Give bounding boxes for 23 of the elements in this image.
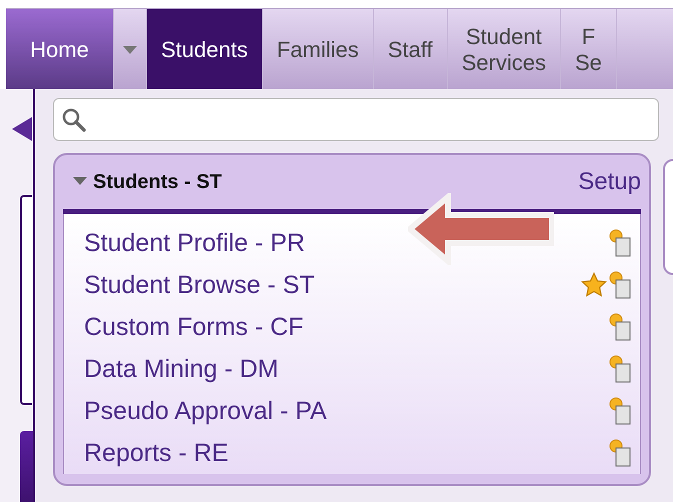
- menu-link[interactable]: Data Mining - DM: [84, 354, 608, 384]
- menu-link[interactable]: Pseudo Approval - PA: [84, 396, 608, 426]
- add-document-icon[interactable]: [608, 312, 632, 342]
- caret-icon: [123, 46, 137, 54]
- home-tab[interactable]: Home: [6, 9, 114, 90]
- collapse-arrow-icon[interactable]: [12, 117, 32, 141]
- setup-link[interactable]: Setup: [578, 168, 641, 196]
- panel-title: Students - ST: [93, 170, 223, 194]
- add-document-icon[interactable]: [608, 396, 632, 426]
- search-field[interactable]: [53, 98, 659, 141]
- add-document-icon[interactable]: [608, 354, 632, 384]
- menu-link[interactable]: Custom Forms - CF: [84, 312, 608, 342]
- expand-caret-icon[interactable]: [73, 177, 87, 187]
- add-document-icon[interactable]: [608, 228, 632, 258]
- add-document-icon[interactable]: [608, 270, 632, 300]
- menu-link[interactable]: Student Profile - PR: [84, 228, 608, 258]
- add-document-icon[interactable]: [608, 438, 632, 468]
- side-tab[interactable]: [20, 195, 32, 405]
- nav-tab[interactable]: Students: [147, 9, 263, 90]
- star-icon[interactable]: [580, 271, 608, 299]
- search-icon: [62, 108, 86, 132]
- menu-link[interactable]: Reports - RE: [84, 438, 608, 468]
- menu-link[interactable]: Student Browse - ST: [84, 270, 580, 300]
